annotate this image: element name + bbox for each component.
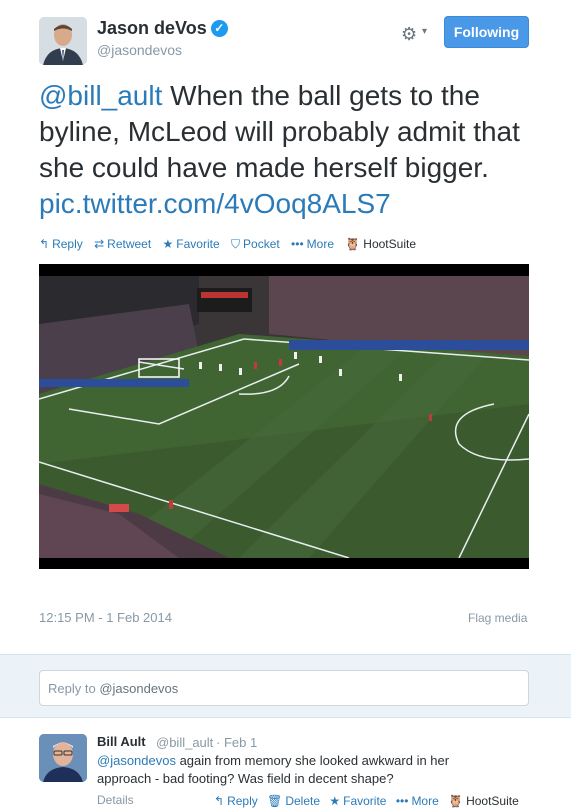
tweet-actions: ↰ Reply ⇄ Retweet ★ Favorite ⛉ Pocket ••• Mor… [39, 237, 424, 252]
retweet-icon: ⇄ [94, 237, 105, 251]
pocket-icon: ⛉ [231, 237, 241, 251]
tweet-media-image[interactable] [39, 264, 529, 569]
author-name[interactable]: Jason deVos ✓ [97, 18, 228, 39]
reply-reply-button[interactable]: ↰ Reply [214, 794, 258, 808]
reply-mention-link[interactable]: @jasondevos [97, 753, 176, 768]
flag-media-link[interactable]: Flag media [468, 611, 527, 625]
reply-details-link[interactable]: Details [97, 793, 134, 807]
hootsuite-owl-icon: 🦉 [345, 237, 361, 251]
reply-author-handle[interactable]: @bill_ault [156, 735, 213, 750]
reply-hootsuite-button[interactable]: 🦉 HootSuite [448, 794, 519, 808]
retweet-button[interactable]: ⇄ Retweet [94, 237, 151, 251]
star-icon: ★ [162, 237, 174, 251]
reply-favorite-button[interactable]: ★ Favorite [329, 794, 386, 808]
reply-actions: ↰ Reply 🗑 Delete ★ Favorite ••• More 🦉 HootSu… [214, 794, 525, 808]
gear-icon[interactable]: ⚙ [401, 24, 417, 45]
more-icon: ••• [291, 237, 304, 251]
chevron-down-icon[interactable]: ▾ [422, 26, 427, 37]
reply-input-placeholder: Reply to @jasondevos [48, 681, 179, 696]
reply-button[interactable]: ↰ Reply [39, 237, 83, 251]
reply-author-name[interactable]: Bill Ault [97, 734, 146, 749]
favorite-button[interactable]: ★ Favorite [163, 237, 220, 251]
more-button[interactable]: ••• More [291, 237, 334, 251]
reply-more-button[interactable]: ••• More [396, 794, 439, 808]
star-icon: ★ [329, 794, 341, 808]
more-icon: ••• [395, 794, 409, 808]
verified-badge-icon: ✓ [210, 20, 228, 37]
author-handle[interactable]: @jasondevos [97, 42, 182, 58]
reply-author-avatar[interactable] [39, 734, 87, 782]
reply-icon: ↰ [214, 794, 225, 808]
mention-link[interactable]: @bill_ault [39, 80, 162, 111]
reply-delete-button[interactable]: 🗑 Delete [267, 794, 320, 808]
tweet-timestamp[interactable]: 12:15 PM - 1 Feb 2014 [39, 610, 172, 625]
pic-link[interactable]: pic.twitter.com/4vOoq8ALS7 [39, 188, 391, 219]
tweet-text: @bill_ault When the ball gets to the byl… [39, 78, 539, 222]
hootsuite-owl-icon: 🦉 [448, 794, 464, 808]
pocket-button[interactable]: ⛉ Pocket [231, 237, 280, 251]
reply-text: @jasondevos again from memory she looked… [97, 752, 497, 788]
hootsuite-button[interactable]: 🦉 HootSuite [345, 237, 416, 251]
reply-date[interactable]: · Feb 1 [216, 735, 257, 750]
trash-icon: 🗑 [267, 794, 283, 808]
author-name-text[interactable]: Jason deVos [97, 18, 207, 38]
author-avatar[interactable] [39, 17, 87, 65]
following-button[interactable]: Following [444, 16, 529, 48]
reply-icon: ↰ [39, 237, 50, 251]
